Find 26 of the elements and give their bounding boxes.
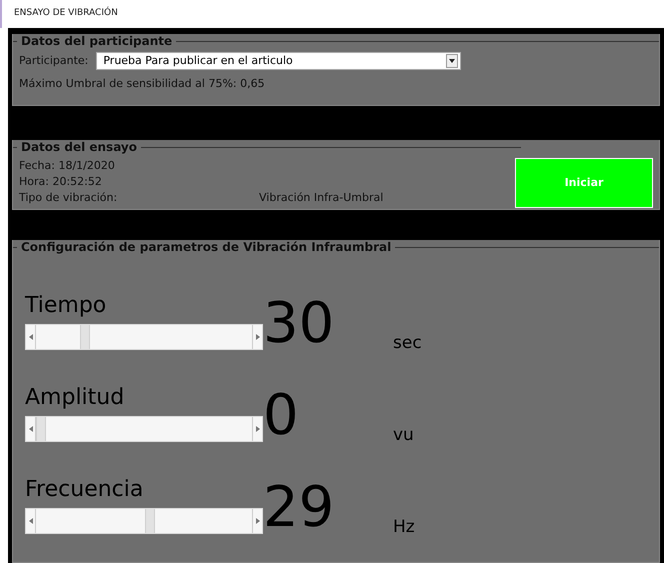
parameter-label: Tiempo (25, 292, 108, 320)
window-title: ENSAYO DE VIBRACIÓN (14, 7, 118, 20)
unit-label: Hz (393, 516, 415, 538)
panel-title: Datos del participante (21, 34, 172, 48)
date-text: Fecha: 18/1/2020 (19, 158, 116, 174)
parameter-value: 30 (263, 294, 336, 354)
time-text: Hora: 20:52:52 (19, 174, 103, 190)
unit-label: sec (393, 332, 422, 354)
parameter-value: 0 (263, 386, 300, 446)
participant-label: Participante: (19, 52, 88, 69)
slider-thumb[interactable] (80, 325, 90, 349)
threshold-text: Máximo Umbral de sensibilidad al 75%: 0,65 (19, 76, 266, 92)
right-arrow-icon[interactable] (252, 325, 262, 349)
slider-thumb[interactable] (144, 509, 155, 533)
panel-title: Configuración de parametros de Vibración Infraumbral (21, 240, 392, 254)
participant-dropdown[interactable]: Prueba Para publicar en el articulo (96, 52, 462, 70)
parameter-label: Frecuencia (25, 476, 144, 504)
slider-thumb[interactable] (36, 417, 46, 441)
right-arrow-icon[interactable] (252, 417, 262, 441)
right-arrow-icon[interactable] (252, 509, 262, 533)
unit-label: vu (393, 424, 414, 446)
vibration-type-value: Vibración Infra-Umbral (259, 190, 384, 206)
parameter-value: 29 (263, 478, 336, 538)
panel-title: Datos del ensayo (21, 140, 137, 154)
parameter-label: Amplitud (25, 384, 126, 412)
vibration-type-label: Tipo de vibración: (19, 190, 118, 206)
